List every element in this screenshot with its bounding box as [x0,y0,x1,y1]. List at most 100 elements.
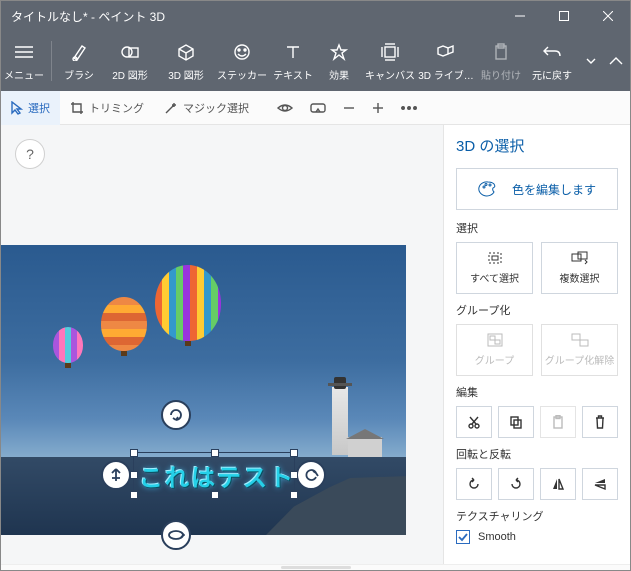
help-label: ? [26,146,34,162]
secondary-toolbar: 選択 トリミング マジック選択 [1,91,630,125]
delete-button[interactable] [582,406,618,438]
ribbon-text[interactable]: テキスト [270,31,316,91]
ribbon-text-label: テキスト [273,67,313,82]
ribbon-menu[interactable]: メニュー [1,31,47,91]
maximize-button[interactable] [542,1,586,31]
ribbon-canvas[interactable]: キャンバス [362,31,418,91]
shapes2d-icon [120,41,140,63]
ribbon-effects[interactable]: 効果 [316,31,362,91]
canvas-area[interactable]: ? [1,125,444,564]
edit-color-label: 色を編集します [512,181,596,198]
balloon-large [155,265,221,346]
canvas-icon [381,41,399,63]
section-texture-label: テクスチャリング [456,508,618,524]
rotate-z-handle[interactable] [296,460,326,490]
rotate-y-handle[interactable] [161,520,191,550]
edit-color-button[interactable]: 色を編集します [456,168,618,210]
section-select-label: 選択 [456,220,618,236]
balloon-small [53,327,83,368]
lib3d-icon [436,41,456,63]
section-rotate-label: 回転と反転 [456,446,618,462]
paste-button [540,406,576,438]
ribbon-effects-label: 効果 [329,67,349,82]
rotate-left-icon [467,477,481,491]
flip-horizontal-button[interactable] [540,468,576,500]
rotate-left-button[interactable] [456,468,492,500]
lighthouse [332,387,348,455]
rotate-right-button[interactable] [498,468,534,500]
panel-title: 3D の選択 [456,135,618,156]
ribbon: メニュー ブラシ 2D 図形 3D 図形 ステッカー テキスト 効果 [1,31,630,91]
close-button[interactable] [586,1,630,31]
tool-select[interactable]: 選択 [1,91,60,125]
multiselect-button[interactable]: 複数選択 [541,242,618,294]
undo-icon [543,41,561,63]
ribbon-2d-shapes[interactable]: 2D 図形 [102,31,158,91]
ribbon-undo[interactable]: 元に戻す [524,31,580,91]
ribbon-collapse[interactable] [602,31,630,91]
smooth-label: Smooth [478,531,516,543]
tool-magic-select[interactable]: マジック選択 [154,91,259,125]
ribbon-paste: 貼り付け [478,31,524,91]
divider [51,41,52,81]
chevron-down-icon [586,50,596,72]
ribbon-undo-label: 元に戻す [532,67,572,82]
flip-vertical-button[interactable] [582,468,618,500]
tool-mixed-reality[interactable] [310,102,326,114]
bottom-scrollbar[interactable] [1,564,630,570]
section-group-label: グループ化 [456,302,618,318]
ribbon-more-dropdown[interactable] [580,31,602,91]
palette-icon [478,180,498,198]
ribbon-menu-label: メニュー [4,67,44,82]
ribbon-stickers[interactable]: ステッカー [214,31,270,91]
tool-3d-view[interactable] [277,101,293,115]
help-button[interactable]: ? [15,139,45,169]
tool-zoom-in[interactable] [372,102,384,114]
resize-handle-w[interactable] [130,471,138,479]
ribbon-paste-label: 貼り付け [481,67,521,82]
cut-button[interactable] [456,406,492,438]
canvas-image[interactable]: これはテスト [1,245,406,535]
depth-handle[interactable] [101,460,131,490]
brush-icon [71,41,87,63]
ribbon-3d-shapes[interactable]: 3D 図形 [158,31,214,91]
ribbon-brush[interactable]: ブラシ [56,31,102,91]
smooth-checkbox[interactable]: Smooth [456,530,618,544]
multiselect-label: 複数選択 [560,270,600,285]
tool-crop-label: トリミング [89,100,144,116]
text-icon [285,41,301,63]
tool-more[interactable] [401,106,417,110]
ribbon-2d-label: 2D 図形 [112,67,148,82]
resize-handle-nw[interactable] [130,449,138,457]
window-title: タイトルなし* - ペイント 3D [1,8,498,25]
tool-select-label: 選択 [28,100,50,116]
tool-zoom-out[interactable] [343,102,355,114]
paste-icon [552,415,564,429]
flip-h-icon [551,477,565,491]
select-all-icon [487,251,503,265]
stickers-icon [233,41,251,63]
menu-icon [15,41,33,63]
resize-handle-sw[interactable] [130,491,138,499]
ribbon-lib3d-label: 3D ライブ… [418,67,474,82]
minimize-button[interactable] [498,1,542,31]
paste-icon [493,41,509,63]
ribbon-stickers-label: ステッカー [217,67,267,82]
ungroup-icon [571,333,589,347]
rotate-x-handle[interactable] [161,400,191,430]
ribbon-canvas-label: キャンバス [365,67,415,82]
group-label: グループ [475,352,514,367]
resize-handle-ne[interactable] [290,449,298,457]
chevron-up-icon [609,50,623,72]
resize-handle-n[interactable] [211,449,219,457]
side-panel: 3D の選択 色を編集します 選択 すべて選択 複数選択 グループ化 [444,125,630,564]
effects-icon [330,41,348,63]
copy-button[interactable] [498,406,534,438]
3d-text-object[interactable]: これはテスト [139,458,295,493]
section-edit-label: 編集 [456,384,618,400]
trash-icon [594,415,606,429]
select-all-button[interactable]: すべて選択 [456,242,533,294]
tool-crop[interactable]: トリミング [60,91,154,125]
ribbon-3d-library[interactable]: 3D ライブ… [418,31,474,91]
flip-v-icon [593,477,607,491]
